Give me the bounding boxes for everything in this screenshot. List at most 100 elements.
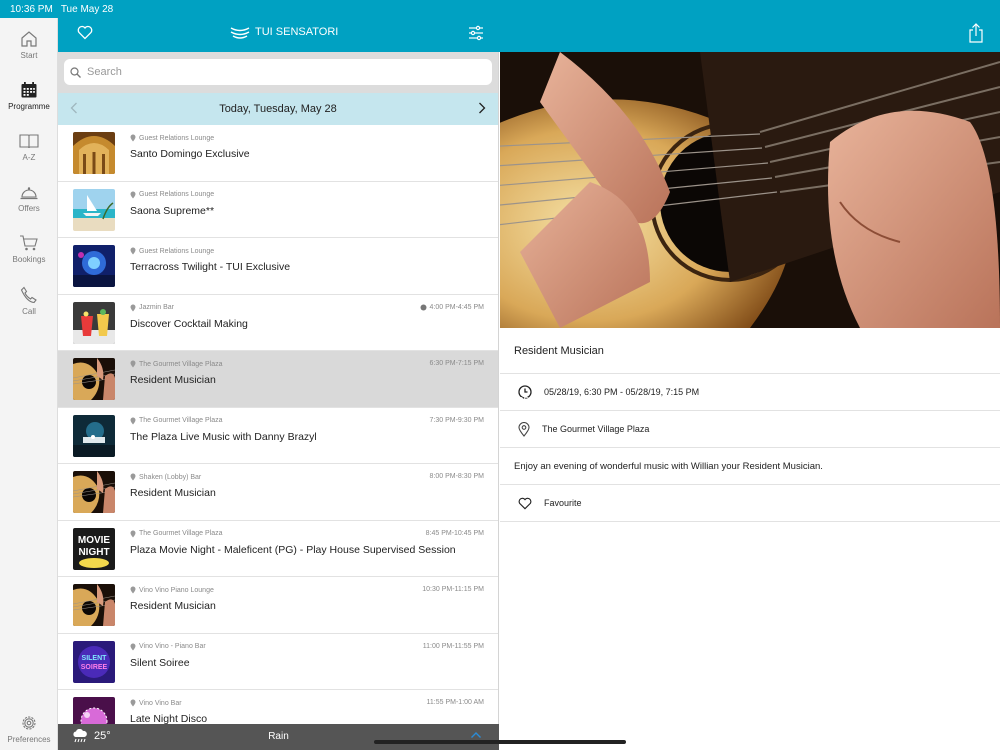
event-location: Shaken (Lobby) Bar [139, 473, 202, 481]
event-title: Silent Soiree [130, 656, 190, 669]
event-thumbnail [73, 414, 115, 457]
bell-icon [20, 187, 38, 200]
next-day-chevron-icon[interactable] [478, 102, 486, 114]
event-thumbnail [73, 188, 115, 231]
location-pin-icon [130, 643, 136, 650]
current-date-label: Today, Tuesday, May 28 [219, 103, 337, 115]
event-location: The Gourmet Village Plaza [139, 530, 223, 537]
location-pin-icon [130, 360, 136, 368]
event-location: Guest Relations Lounge [139, 134, 215, 142]
event-location: Vino Vino Piano Lounge [139, 586, 214, 594]
event-list-item[interactable]: SILENT SOIREE Vino Vino - Piano Bar 11:00 P… [58, 633, 498, 690]
sidebar-item-call[interactable]: Call [0, 286, 58, 316]
event-list-item[interactable]: The Gourmet Village Plaza 7:30 PM-9:30 PM… [58, 407, 498, 464]
globe-icon [420, 304, 427, 310]
event-time: 7:30 PM-9:30 PM [429, 416, 484, 424]
event-time: 8:45 PM-10:45 PM [425, 529, 484, 537]
battery-percent: 35% [518, 395, 539, 407]
event-thumbnail [73, 584, 115, 626]
brand-logo: TUI SENSATORI [230, 25, 338, 39]
app-header: TUI SENSATORI [58, 18, 1000, 52]
event-title: Resident Musician [130, 600, 216, 612]
sidebar: Start Programme A-Z Offers Bookings Call… [0, 18, 58, 750]
previous-day-chevron-icon[interactable] [70, 102, 78, 114]
home-indicator[interactable] [374, 740, 626, 744]
sidebar-item-label: Call [22, 307, 36, 316]
event-time: 11:55 PM-1:00 AM [426, 699, 484, 706]
event-thumbnail [73, 471, 115, 513]
wave-logo-icon [230, 27, 250, 39]
search-input[interactable] [87, 66, 467, 78]
event-list-item[interactable]: Guest Relations Lounge Terracross Twiligh… [58, 238, 498, 295]
share-icon[interactable] [968, 23, 984, 43]
location-pin-icon [130, 530, 136, 537]
event-list-item[interactable]: MOVIE NIGHT The Gourmet Village Plaza 8:45 … [58, 520, 498, 577]
home-icon [21, 31, 37, 47]
wifi-icon [500, 396, 512, 405]
status-date: Tue May 28 [60, 3, 114, 15]
chevron-up-icon[interactable] [470, 731, 482, 739]
location-pin-icon [130, 304, 136, 311]
location-pin-icon [130, 473, 136, 481]
sidebar-item-programme[interactable]: Programme [0, 81, 58, 111]
gear-icon [22, 716, 36, 730]
favourites-heart-icon[interactable] [77, 25, 93, 40]
brand-name: TUI SENSATORI [255, 26, 339, 38]
filter-sliders-icon[interactable] [468, 25, 484, 41]
event-list-item[interactable]: The Gourmet Village Plaza 6:30 PM-7:15 PM… [58, 351, 498, 408]
event-location: Vino Vino Bar [139, 699, 182, 707]
sidebar-item-label: Programme [8, 102, 50, 111]
event-thumbnail: SILENT SOIREE [73, 640, 115, 683]
status-time: 10:36 PM [10, 3, 53, 15]
location-pin-icon [130, 699, 136, 707]
phone-icon [20, 286, 37, 304]
event-title: Santo Domingo Exclusive [130, 148, 250, 160]
sidebar-item-bookings[interactable]: Bookings [0, 234, 58, 264]
battery-fill [546, 398, 552, 404]
event-location: The Gourmet Village Plaza [139, 360, 223, 368]
status-bar: 10:36 PM Tue May 28 35% [0, 0, 1000, 407]
sidebar-item-label: Offers [18, 204, 40, 213]
event-list-item[interactable]: Guest Relations Lounge Saona Supreme** [58, 181, 498, 238]
cart-icon [20, 235, 38, 251]
sidebar-item-a-z[interactable]: A-Z [0, 132, 58, 162]
calendar-icon [21, 82, 37, 98]
sidebar-item-label: Start [20, 51, 38, 60]
event-title: The Plaza Live Music with Danny Brazyl [130, 430, 317, 443]
search-icon [70, 66, 81, 78]
event-location: The Gourmet Village Plaza [139, 417, 223, 424]
event-title: Plaza Movie Night - Maleficent (PG) - Pl… [130, 543, 456, 556]
location-pin-icon [130, 417, 136, 424]
event-list-item[interactable]: Jazmin Bar 4:00 PM-4:45 PM Discover Cockta… [58, 294, 498, 351]
event-title: Discover Cocktail Making [130, 317, 248, 330]
event-list-item[interactable]: Shaken (Lobby) Bar 8:00 PM-8:30 PM Residen… [58, 464, 498, 521]
location-pin-icon [130, 134, 136, 142]
event-time: 10:30 PM-11:15 PM [422, 586, 484, 593]
sidebar-item-start[interactable]: Start [0, 30, 58, 60]
event-list-item[interactable]: Guest Relations Lounge Santo Domingo Excl… [58, 125, 498, 182]
date-navigator: Today, Tuesday, May 28 [58, 93, 498, 125]
thumb-text-line-2: SOIREE [81, 664, 108, 671]
event-thumbnail [73, 358, 115, 400]
event-list: Guest Relations Lounge Santo Domingo Excl… [58, 125, 498, 747]
location-pin-icon [130, 247, 136, 255]
battery-icon [544, 396, 565, 406]
event-list-item[interactable]: Vino Vino Piano Lounge 10:30 PM-11:15 PM R… [58, 577, 498, 634]
event-thumbnail [73, 245, 115, 287]
event-location: Vino Vino - Piano Bar [139, 643, 206, 650]
sidebar-item-offers[interactable]: Offers [0, 183, 58, 213]
event-thumbnail: MOVIE NIGHT [73, 527, 115, 570]
thumb-text-line-2: NIGHT [78, 547, 109, 558]
thumb-text-line-1: SILENT [82, 655, 108, 662]
event-location: Guest Relations Lounge [139, 247, 215, 255]
programme-list-panel: Today, Tuesday, May 28 Guest Relations L… [58, 52, 499, 750]
event-time: 8:00 PM-8:30 PM [429, 473, 484, 480]
sidebar-item-preferences[interactable]: Preferences [0, 714, 58, 744]
event-location: Guest Relations Lounge [139, 191, 215, 198]
event-title: Resident Musician [130, 374, 216, 386]
location-pin-icon [130, 586, 136, 594]
weather-bar[interactable]: 25° Rain [58, 724, 499, 750]
event-thumbnail [73, 301, 115, 344]
search-box [64, 59, 492, 85]
location-pin-icon [130, 191, 136, 198]
